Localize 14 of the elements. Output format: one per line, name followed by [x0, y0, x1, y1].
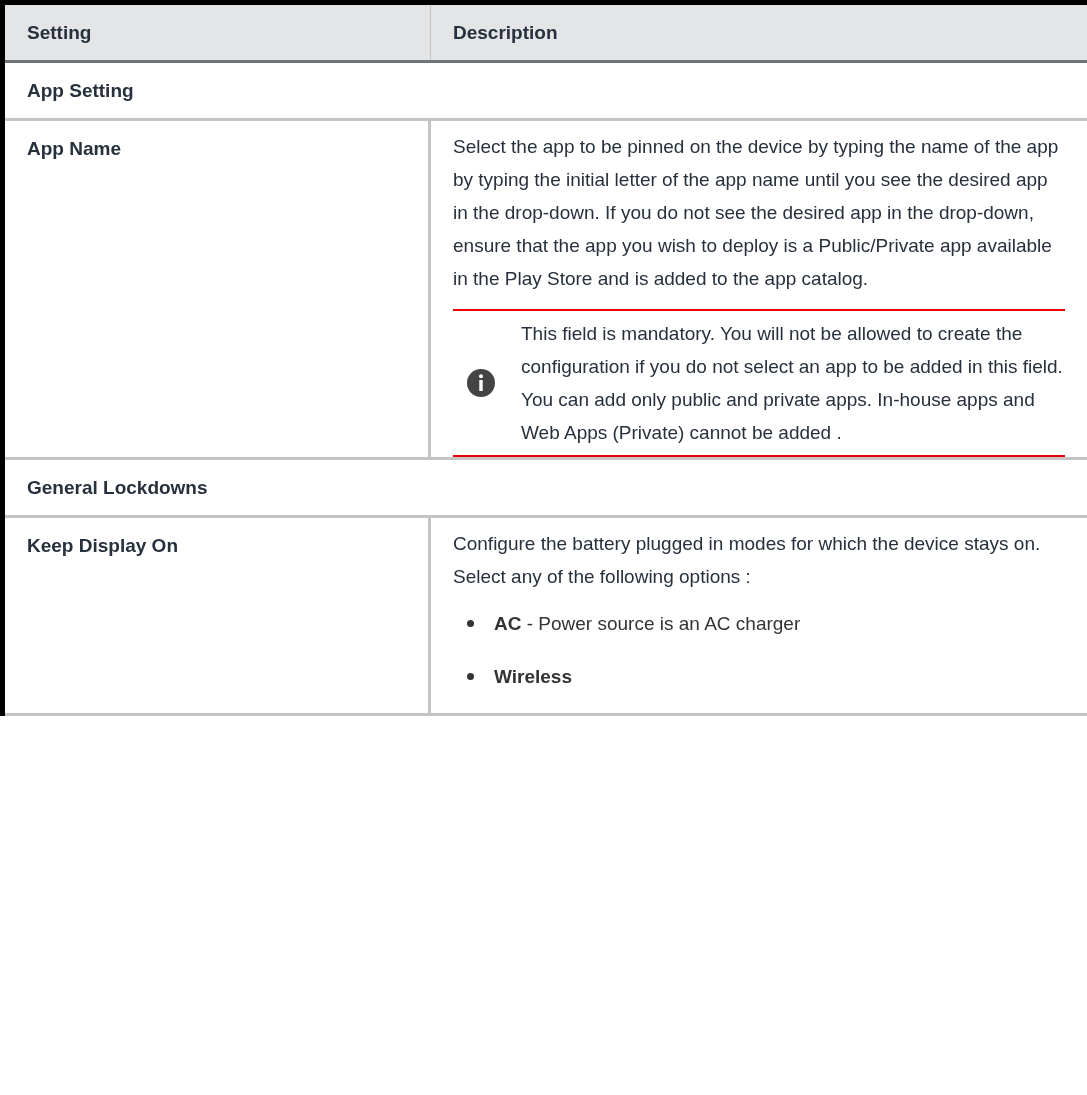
bullet-dot — [467, 673, 474, 680]
column-header: Setting — [27, 22, 92, 43]
setting-name: App Name — [27, 138, 121, 159]
bullet-text: Wireless — [494, 665, 572, 689]
note-text: This field is mandatory. You will not be allowed to create the configuration if you do not select an app to be added in this field. You can add only public and private apps. In-house apps and Web Apps (Private) cannot be added . — [521, 322, 1064, 445]
description-text: Configure the battery plugged in modes for which the device stays on. Select any of the following options : — [453, 532, 1042, 589]
info-icon — [467, 369, 495, 397]
bullet-dot — [467, 620, 474, 627]
section-heading: App Setting — [27, 80, 134, 101]
section-heading: General Lockdowns — [27, 477, 208, 498]
description-text: Select the app to be pinned on the device by typing the name of the app by typing the initial letter of the app name until you see the desired app in the drop-down. If you do not see the desired app in the drop-down, ensure that the app you wish to deploy is a Public/Private app available in the Play Store and is added to the app catalog. — [453, 135, 1060, 291]
bullet-text: AC - Power source is an AC charger — [494, 612, 801, 636]
setting-name: Keep Display On — [27, 535, 178, 556]
column-header: Description — [453, 22, 558, 43]
